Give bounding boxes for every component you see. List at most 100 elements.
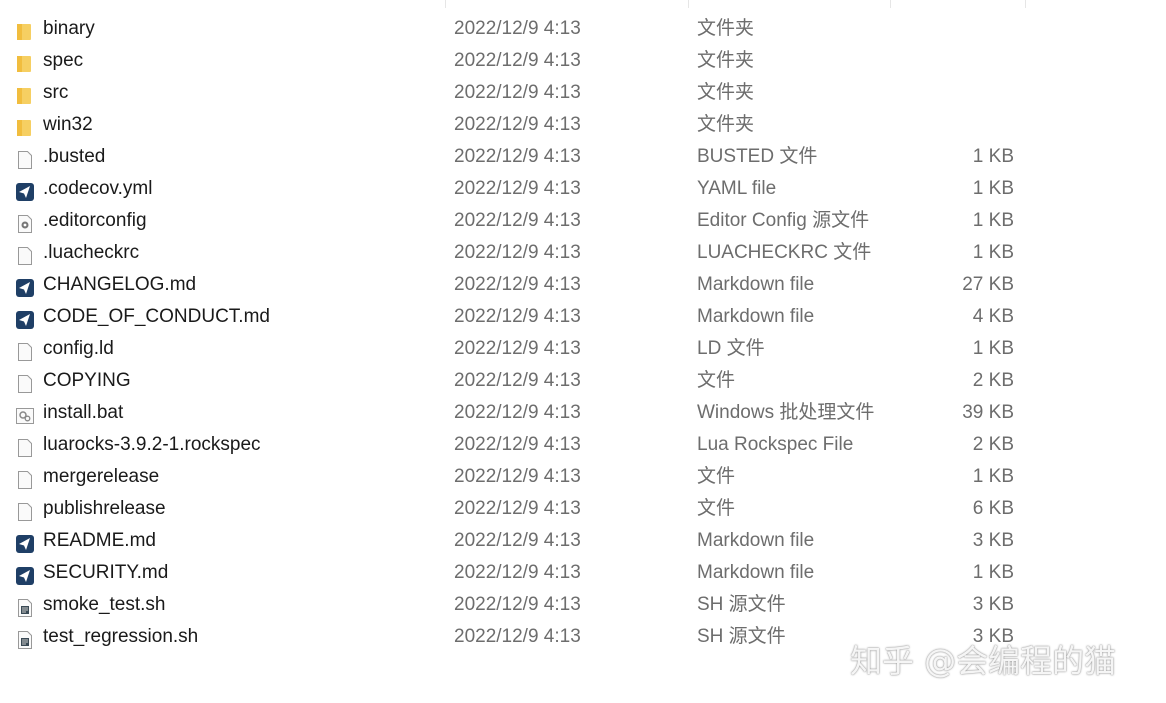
file-row[interactable]: publishrelease 2022/12/9 4:13 文件 6 KB [0, 493, 1166, 525]
script-file-icon [16, 596, 34, 617]
file-icon [16, 468, 34, 489]
app-file-icon [16, 308, 34, 329]
config-file-icon [16, 212, 34, 233]
app-file-icon [16, 532, 34, 553]
file-name: README.md [43, 530, 156, 551]
file-type: Windows 批处理文件 [697, 402, 875, 423]
file-row[interactable]: .luacheckrc 2022/12/9 4:13 LUACHECKRC 文件… [0, 237, 1166, 269]
file-row[interactable]: .codecov.yml 2022/12/9 4:13 YAML file 1 … [0, 173, 1166, 205]
file-date: 2022/12/9 4:13 [454, 530, 581, 551]
file-size: 3 KB [972, 594, 1014, 615]
file-size: 2 KB [972, 370, 1014, 391]
file-date: 2022/12/9 4:13 [454, 498, 581, 519]
watermark: 知乎 @会编程的猫 [850, 642, 1117, 680]
file-size: 2 KB [972, 434, 1014, 455]
file-name: config.ld [43, 338, 114, 359]
file-size: 3 KB [972, 530, 1014, 551]
file-type: 文件夹 [697, 114, 755, 135]
file-date: 2022/12/9 4:13 [454, 242, 581, 263]
file-row[interactable]: CODE_OF_CONDUCT.md 2022/12/9 4:13 Markdo… [0, 301, 1166, 333]
file-row[interactable]: spec 2022/12/9 4:13 文件夹 [0, 45, 1166, 77]
file-row[interactable]: install.bat 2022/12/9 4:13 Windows 批处理文件… [0, 397, 1166, 429]
file-name: src [43, 82, 69, 103]
file-type: Lua Rockspec File [697, 434, 854, 455]
file-type: LUACHECKRC 文件 [697, 242, 872, 263]
file-date: 2022/12/9 4:13 [454, 370, 581, 391]
file-type: Markdown file [697, 562, 815, 583]
file-type: LD 文件 [697, 338, 765, 359]
column-divider[interactable] [890, 0, 891, 8]
file-date: 2022/12/9 4:13 [454, 82, 581, 103]
folder-icon [16, 20, 34, 40]
file-row[interactable]: luarocks-3.9.2-1.rockspec 2022/12/9 4:13… [0, 429, 1166, 461]
file-type: 文件夹 [697, 82, 755, 103]
file-type: Markdown file [697, 274, 815, 295]
app-file-icon [16, 180, 34, 201]
file-name: .codecov.yml [43, 178, 153, 199]
file-name: luarocks-3.9.2-1.rockspec [43, 434, 261, 455]
file-name: mergerelease [43, 466, 160, 487]
file-icon [16, 148, 34, 169]
file-date: 2022/12/9 4:13 [454, 210, 581, 231]
column-divider[interactable] [445, 0, 446, 8]
file-size: 6 KB [972, 498, 1014, 519]
file-row[interactable]: src 2022/12/9 4:13 文件夹 [0, 77, 1166, 109]
file-name: CHANGELOG.md [43, 274, 197, 295]
file-name: CODE_OF_CONDUCT.md [43, 306, 270, 327]
file-size: 1 KB [972, 562, 1014, 583]
file-date: 2022/12/9 4:13 [454, 18, 581, 39]
file-row[interactable]: README.md 2022/12/9 4:13 Markdown file 3… [0, 525, 1166, 557]
file-icon [16, 436, 34, 457]
file-row[interactable]: binary 2022/12/9 4:13 文件夹 [0, 13, 1166, 45]
column-divider[interactable] [1025, 0, 1026, 8]
file-date: 2022/12/9 4:13 [454, 562, 581, 583]
file-row[interactable]: COPYING 2022/12/9 4:13 文件 2 KB [0, 365, 1166, 397]
file-date: 2022/12/9 4:13 [454, 338, 581, 359]
file-row[interactable]: SECURITY.md 2022/12/9 4:13 Markdown file… [0, 557, 1166, 589]
file-type: 文件 [697, 498, 736, 519]
file-date: 2022/12/9 4:13 [454, 594, 581, 615]
file-date: 2022/12/9 4:13 [454, 146, 581, 167]
file-type: BUSTED 文件 [697, 146, 818, 167]
file-icon [16, 372, 34, 393]
file-type: 文件 [697, 466, 736, 487]
file-row[interactable]: mergerelease 2022/12/9 4:13 文件 1 KB [0, 461, 1166, 493]
file-name: .editorconfig [43, 210, 147, 231]
file-name: publishrelease [43, 498, 166, 519]
app-file-icon [16, 564, 34, 585]
file-name: .luacheckrc [43, 242, 140, 263]
file-date: 2022/12/9 4:13 [454, 402, 581, 423]
file-row[interactable]: config.ld 2022/12/9 4:13 LD 文件 1 KB [0, 333, 1166, 365]
file-size: 1 KB [972, 242, 1014, 263]
file-name: test_regression.sh [43, 626, 199, 647]
file-type: YAML file [697, 178, 777, 199]
file-type: Markdown file [697, 306, 815, 327]
file-date: 2022/12/9 4:13 [454, 178, 581, 199]
file-row[interactable]: .editorconfig 2022/12/9 4:13 Editor Conf… [0, 205, 1166, 237]
file-row[interactable]: CHANGELOG.md 2022/12/9 4:13 Markdown fil… [0, 269, 1166, 301]
file-row[interactable]: smoke_test.sh 2022/12/9 4:13 SH 源文件 3 KB [0, 589, 1166, 621]
app-file-icon [16, 276, 34, 297]
file-type: SH 源文件 [697, 626, 786, 647]
file-size: 1 KB [972, 178, 1014, 199]
file-name: SECURITY.md [43, 562, 169, 583]
file-row[interactable]: .busted 2022/12/9 4:13 BUSTED 文件 1 KB [0, 141, 1166, 173]
file-size: 1 KB [972, 338, 1014, 359]
file-date: 2022/12/9 4:13 [454, 306, 581, 327]
file-name: .busted [43, 146, 106, 167]
file-name: spec [43, 50, 84, 71]
folder-icon [16, 52, 34, 72]
file-size: 1 KB [972, 210, 1014, 231]
file-size: 39 KB [962, 402, 1014, 423]
file-date: 2022/12/9 4:13 [454, 274, 581, 295]
file-size: 27 KB [962, 274, 1014, 295]
column-divider[interactable] [688, 0, 689, 8]
file-icon [16, 500, 34, 521]
file-size: 1 KB [972, 466, 1014, 487]
file-date: 2022/12/9 4:13 [454, 626, 581, 647]
file-size: 4 KB [972, 306, 1014, 327]
file-row[interactable]: win32 2022/12/9 4:13 文件夹 [0, 109, 1166, 141]
file-date: 2022/12/9 4:13 [454, 466, 581, 487]
file-type: 文件夹 [697, 18, 755, 39]
file-name: binary [43, 18, 95, 39]
